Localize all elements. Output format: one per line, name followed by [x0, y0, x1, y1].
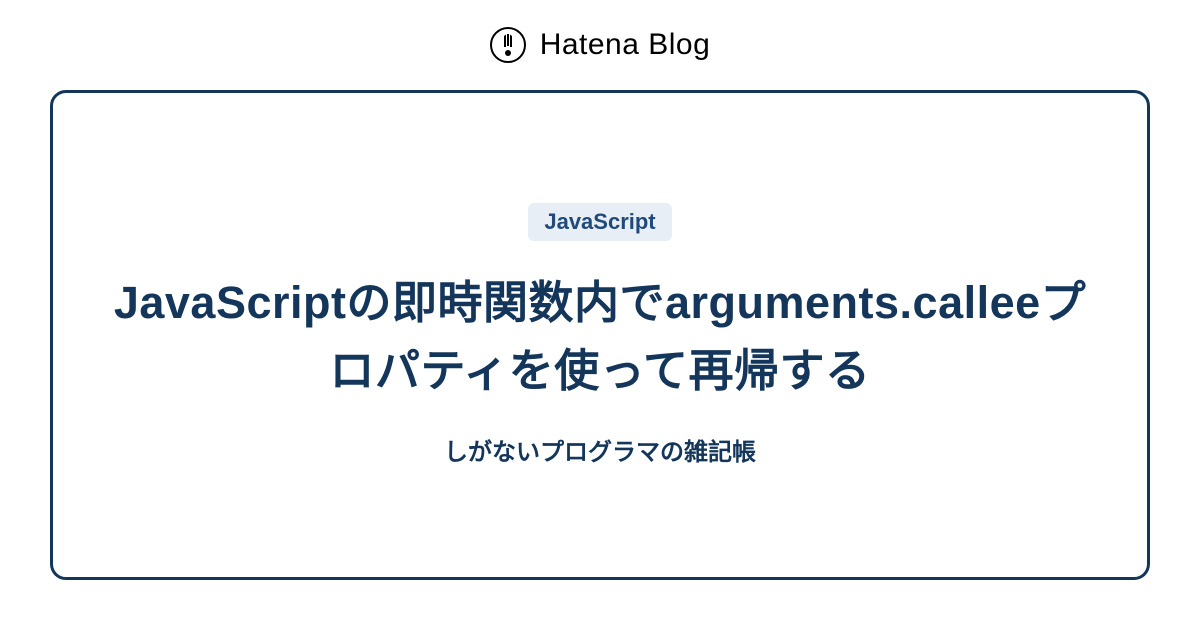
blog-name: しがないプログラマの雑記帳 [444, 432, 756, 467]
hatena-logo-icon [490, 27, 526, 63]
logo-text: Hatena Blog [540, 28, 711, 62]
article-title: JavaScriptの即時関数内でarguments.calleeプロパティを使… [93, 269, 1107, 404]
header: Hatena Blog [0, 0, 1200, 90]
category-tag: JavaScript [528, 203, 671, 241]
article-card: JavaScript JavaScriptの即時関数内でarguments.ca… [50, 90, 1150, 580]
